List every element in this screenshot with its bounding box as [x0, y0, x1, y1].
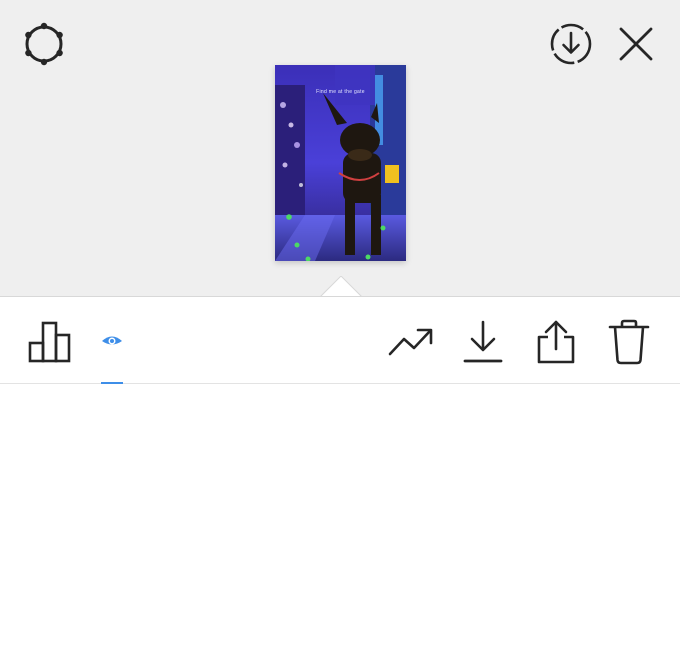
- download-icon[interactable]: [462, 319, 504, 365]
- story-preview-area: Find me at the gate: [0, 0, 680, 296]
- promote-icon[interactable]: [388, 327, 434, 357]
- download-circle-icon[interactable]: [548, 21, 594, 67]
- delete-icon[interactable]: [608, 319, 650, 365]
- share-icon[interactable]: [536, 319, 576, 365]
- settings-gear-icon[interactable]: [20, 20, 68, 68]
- pointer-notch: [320, 276, 362, 298]
- story-caption: Find me at the gate: [316, 89, 365, 95]
- active-tab-indicator: [101, 382, 123, 384]
- story-thumbnail[interactable]: Find me at the gate: [275, 65, 406, 261]
- insights-icon[interactable]: [28, 321, 72, 363]
- close-icon[interactable]: [616, 24, 656, 64]
- story-toolbar: [0, 296, 680, 384]
- viewers-list-area: [0, 385, 680, 663]
- viewers-eye-icon[interactable]: [100, 333, 124, 349]
